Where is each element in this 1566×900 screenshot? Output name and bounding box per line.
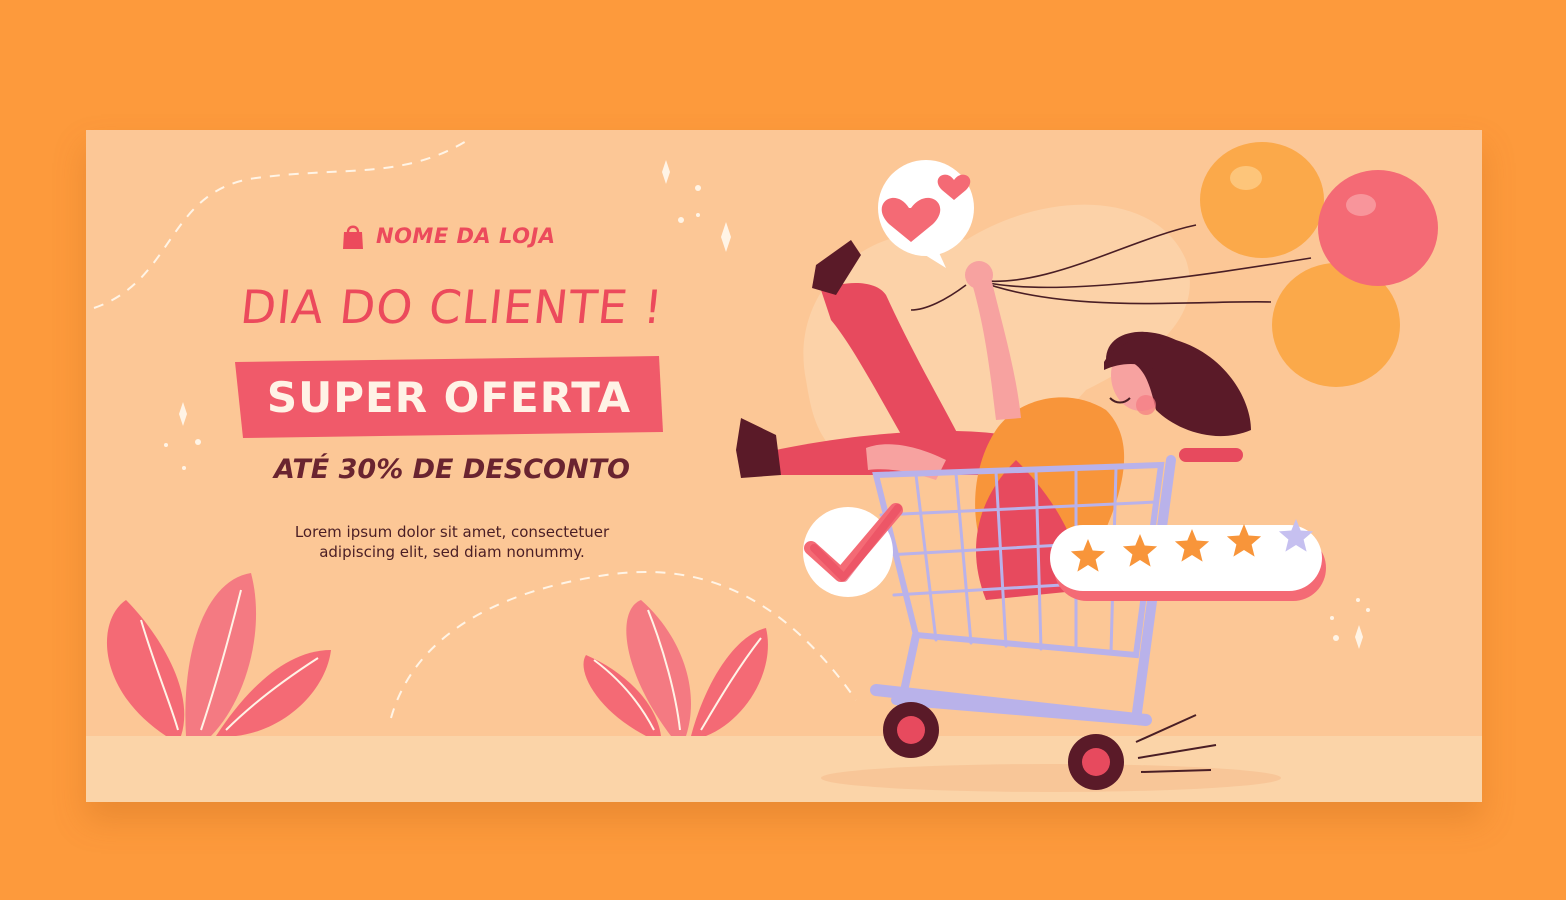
check-badge	[803, 503, 903, 597]
store-name: NOME DA LOJA	[376, 224, 556, 248]
shopping-bag-icon	[343, 225, 363, 249]
balloon-red	[1318, 170, 1438, 286]
plant-right	[583, 600, 768, 736]
body-text-line-2: adipiscing elit, sed diam nonummy.	[319, 543, 585, 561]
offer-banner: SUPER OFERTA	[235, 356, 663, 438]
body-text-line-1: Lorem ipsum dolor sit amet, consectetuer	[294, 523, 610, 541]
headline: DIA DO CLIENTE !	[237, 280, 667, 334]
rating-badge	[1050, 519, 1326, 601]
offer-title: SUPER OFERTA	[266, 372, 632, 422]
plant-left	[106, 573, 331, 736]
ground-strip	[86, 736, 1482, 802]
ground-shadow	[821, 764, 1281, 792]
balloon-orange-top	[1200, 142, 1324, 258]
promo-banner: NOME DA LOJA DIA DO CLIENTE ! SUPER OFER…	[86, 130, 1482, 802]
store-brand: NOME DA LOJA	[342, 222, 556, 250]
body-text: Lorem ipsum dolor sit amet, consectetuer…	[262, 522, 642, 562]
discount-text: ATÉ 30% DE DESCONTO	[274, 454, 630, 485]
